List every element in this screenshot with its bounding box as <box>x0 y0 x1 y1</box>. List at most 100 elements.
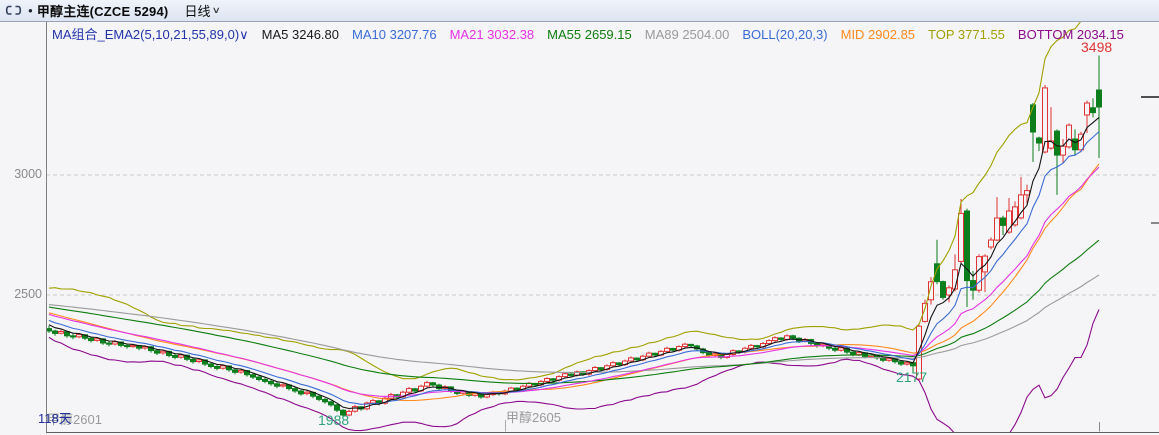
candle <box>653 353 658 355</box>
candle <box>791 336 796 338</box>
candle <box>191 359 196 361</box>
indicator-readout-row: MA组合_EMA2(5,10,21,55,89,0)∨ MA5 3246.80 MA… <box>52 27 1124 42</box>
contract-label-2605: 甲醇2605 <box>506 411 561 425</box>
candle <box>485 395 490 397</box>
candle <box>437 385 442 389</box>
candle <box>983 256 988 272</box>
price-chart-canvas[interactable] <box>0 0 1159 435</box>
candle <box>629 358 634 361</box>
gridlines <box>46 175 1156 295</box>
candle <box>965 211 970 281</box>
candle <box>107 343 112 344</box>
indicator-ma10: MA10 3207.76 <box>352 27 437 42</box>
candle <box>293 389 298 391</box>
candle <box>569 374 574 375</box>
candle <box>839 348 844 350</box>
candle <box>305 392 310 393</box>
candle <box>281 385 286 386</box>
candle <box>233 370 238 372</box>
candle <box>611 363 616 366</box>
candle <box>683 344 688 346</box>
candle <box>599 368 604 370</box>
candle <box>329 402 334 405</box>
indicator-ma89: MA89 2504.00 <box>645 27 730 42</box>
app-window: { "header": { "title": "甲醇主连(CZCE 5294)"… <box>0 0 1159 435</box>
candle <box>941 282 946 298</box>
candle <box>251 375 256 377</box>
candle <box>995 218 1000 240</box>
candle <box>1091 108 1096 113</box>
candle <box>665 348 670 351</box>
candle <box>1061 146 1066 155</box>
candles-layer <box>47 56 1102 418</box>
candle <box>239 370 244 372</box>
candle <box>515 388 520 390</box>
candle <box>947 288 952 295</box>
candle <box>209 364 214 366</box>
candle <box>161 351 166 353</box>
candle <box>767 341 772 344</box>
candle <box>155 351 160 353</box>
candle <box>95 339 100 341</box>
candle <box>989 240 994 247</box>
candle <box>977 257 982 291</box>
candle <box>1067 125 1072 147</box>
candle <box>779 338 784 339</box>
candle <box>47 329 52 331</box>
candle <box>425 383 430 387</box>
high-price-label: 3498 <box>1081 40 1112 55</box>
candle <box>671 349 676 351</box>
indicator-top: TOP 3771.55 <box>928 27 1005 42</box>
candle <box>593 368 598 371</box>
candle <box>833 348 838 350</box>
candle <box>323 399 328 401</box>
candle <box>1097 90 1102 107</box>
candle <box>647 353 652 356</box>
candle <box>563 374 568 377</box>
indicator-ma55: MA55 2659.15 <box>547 27 632 42</box>
candle <box>53 331 58 333</box>
indicator-ma5: MA5 3246.80 <box>262 27 339 42</box>
candle <box>749 345 754 348</box>
candle <box>179 355 184 357</box>
days-count-label: 118天 <box>38 412 72 426</box>
candle <box>275 384 280 386</box>
low-price-label: 1988 <box>318 413 349 428</box>
candle <box>905 363 910 364</box>
candle <box>59 332 64 334</box>
candle <box>635 358 640 360</box>
candle <box>125 345 130 346</box>
indicator-boll: BOLL(20,20,3) <box>742 27 827 42</box>
candle <box>755 346 760 347</box>
indicator-ma-group[interactable]: MA组合_EMA2(5,10,21,55,89,0)∨ <box>52 27 249 42</box>
overlay-lines-layer <box>49 16 1099 435</box>
candle <box>1037 138 1042 143</box>
bollinger-top-line <box>49 16 1099 380</box>
candle <box>269 381 274 383</box>
candle <box>1085 103 1090 115</box>
candle <box>887 359 892 361</box>
candle <box>1025 191 1030 195</box>
candle <box>551 379 556 380</box>
candle <box>257 377 262 379</box>
candle <box>881 358 886 360</box>
candle <box>353 407 358 412</box>
candle <box>413 389 418 391</box>
candle <box>221 366 226 368</box>
swing-low-price-label: 2177 <box>896 370 927 385</box>
candle <box>89 338 94 340</box>
y-axis-label-3000: 3000 <box>0 168 42 182</box>
y-axis-label-2500: 2500 <box>0 288 42 302</box>
candle <box>131 345 136 346</box>
candle <box>851 352 856 354</box>
candle <box>197 360 202 362</box>
candle <box>173 356 178 358</box>
indicator-mid: MID 2902.85 <box>841 27 915 42</box>
candle <box>545 379 550 382</box>
candle <box>1073 139 1078 150</box>
candle <box>959 213 964 261</box>
candle <box>299 391 304 394</box>
candle <box>371 401 376 403</box>
candle <box>71 336 76 337</box>
candle <box>77 335 82 337</box>
